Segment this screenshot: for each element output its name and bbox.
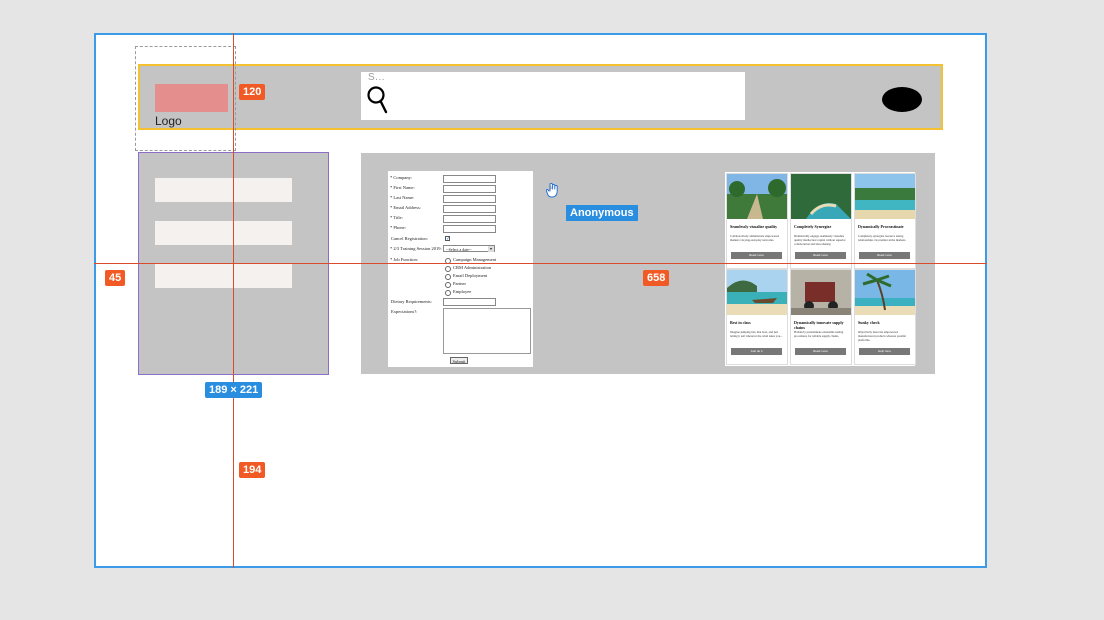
card-button[interactable]: Read more (795, 252, 846, 259)
card-button[interactable]: Read more (795, 348, 846, 355)
form-label-training: * 2/3 Training Session 2019: (390, 246, 442, 251)
submit-button[interactable]: Submit (450, 357, 468, 364)
card[interactable]: Sunky check Objectively innovate empower… (854, 269, 916, 365)
user-badge: Anonymous (566, 205, 638, 221)
card[interactable]: Seamlessly visualize quality Collaborati… (726, 173, 788, 269)
first-name-field[interactable] (443, 185, 496, 193)
chevron-down-icon: ▾ (488, 246, 494, 252)
card-title: Completely Synergize (794, 224, 832, 229)
card-button[interactable]: Just do it (731, 348, 782, 355)
form-label-email: * Email Address: (390, 205, 421, 210)
title-field[interactable] (443, 215, 496, 223)
radio-crm-administration[interactable] (445, 266, 451, 272)
card-title: Dynamically Procrastinate (858, 224, 904, 229)
card[interactable]: Dynamically innovate supply chains Holis… (790, 269, 852, 365)
avatar[interactable] (882, 87, 922, 112)
vertical-guide-line (233, 33, 234, 568)
measurement-tag: 45 (105, 270, 126, 286)
search-placeholder: S... (368, 72, 386, 83)
card-body: Completely synergize resource taxing rel… (858, 234, 907, 242)
card-title: Dynamically innovate supply chains (794, 320, 844, 330)
registration-form: * Company: * First Name: * Last Name: * … (388, 171, 533, 367)
sidebar-item-2[interactable] (155, 221, 292, 245)
cards-grid: Seamlessly visualize quality Collaborati… (725, 172, 916, 366)
expectations-textarea[interactable] (443, 308, 531, 354)
card-button[interactable]: Help here (859, 348, 910, 355)
job-function-option: Campaign Management (453, 257, 497, 262)
job-function-option: CRM Administration (453, 265, 492, 270)
card[interactable]: Best in class Imagine jumping into that … (726, 269, 788, 365)
coastline-image (855, 174, 915, 219)
measurement-tag: 658 (643, 270, 670, 286)
form-label-expectations: Expectations?: (391, 309, 418, 314)
sidebar-item-3[interactable] (155, 264, 292, 288)
select-value: --Select a date-- (446, 247, 472, 252)
horizontal-guide-line (94, 263, 987, 264)
form-label-cancel: Cancel Registration: (391, 236, 428, 241)
job-function-option: Email Deployment (453, 273, 488, 278)
job-function-option: Partner (453, 281, 466, 286)
card[interactable]: Dynamically Procrastinate Completely syn… (854, 173, 916, 269)
dietary-field[interactable] (443, 298, 496, 306)
beach-cove-image (791, 174, 851, 219)
measurement-tag: 120 (239, 84, 266, 100)
search-input[interactable] (361, 72, 745, 120)
card-body: Dramatically engage seamlessly visualize… (794, 234, 846, 246)
logo-placeholder[interactable] (155, 84, 228, 112)
card-title: Sunky check (858, 320, 880, 325)
form-label-phone: * Phone: (390, 225, 406, 230)
training-session-select[interactable]: --Select a date-- ▾ (443, 245, 495, 252)
radio-employee[interactable] (445, 290, 451, 296)
form-label-job-function: * Job Function: (390, 257, 419, 262)
form-label-first-name: * First Name: (390, 185, 415, 190)
hand-cursor-icon (546, 182, 558, 198)
card-button[interactable]: Read more (859, 252, 910, 259)
card-body: Imagine jumping into that boat, and just… (730, 330, 783, 338)
measurement-tag: 194 (239, 462, 266, 478)
card-button[interactable]: Read more (731, 252, 782, 259)
company-field[interactable] (443, 175, 496, 183)
form-label-company: * Company: (390, 175, 413, 180)
longtail-boat-image (727, 270, 787, 315)
palm-beach-image (855, 270, 915, 315)
form-label-title: * Title: (390, 215, 403, 220)
form-label-dietary: Dietary Requirements: (391, 299, 432, 304)
radio-email-deployment[interactable] (445, 274, 451, 280)
search-icon[interactable] (367, 86, 391, 114)
radio-partner[interactable] (445, 282, 451, 288)
card-title: Best in class (730, 320, 751, 325)
card-body: Holisticly predominate extensible testin… (794, 330, 844, 338)
card-body: Objectively innovate empowered manufactu… (858, 330, 906, 342)
form-label-last-name: * Last Name: (390, 195, 415, 200)
card[interactable]: Completely Synergize Dramatically engage… (790, 173, 852, 269)
sidebar-item-1[interactable] (155, 178, 292, 202)
cancel-checkbox[interactable]: ✓ (445, 236, 450, 242)
card-body: Collaboratively administrate empowered m… (730, 234, 779, 242)
dimension-tag: 189 × 221 (205, 382, 263, 398)
logo-label: Logo (155, 114, 182, 128)
phone-field[interactable] (443, 225, 496, 233)
tuk-tuk-image (791, 270, 851, 315)
job-function-option: Employee (453, 289, 472, 294)
last-name-field[interactable] (443, 195, 496, 203)
email-field[interactable] (443, 205, 496, 213)
tropical-island-image (727, 174, 787, 219)
card-title: Seamlessly visualize quality (730, 224, 778, 229)
